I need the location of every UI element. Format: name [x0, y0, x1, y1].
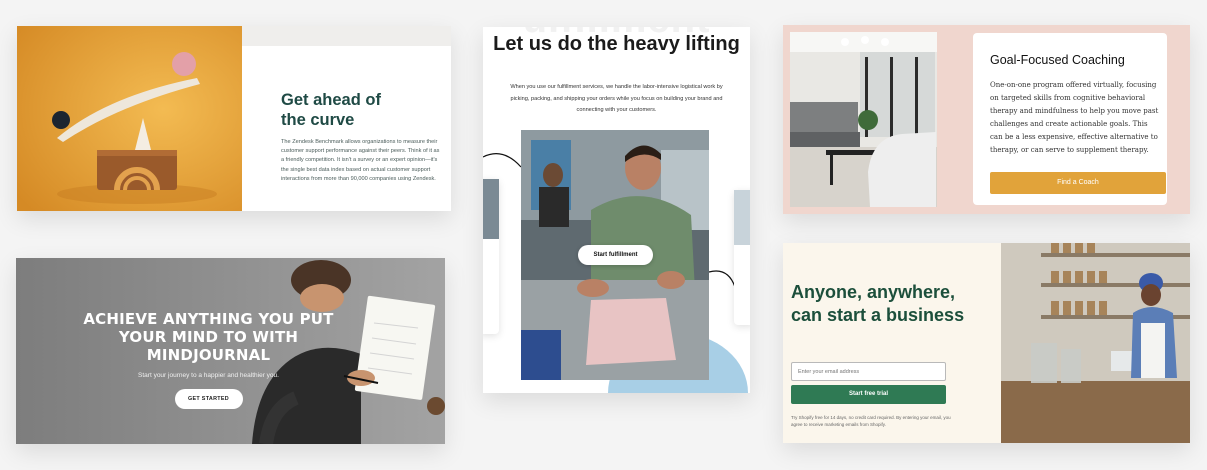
- top-strip: [242, 26, 451, 46]
- zendesk-text-block: Get ahead of the curve The Zendesk Bench…: [281, 90, 441, 184]
- zendesk-title: Get ahead of the curve: [281, 90, 441, 130]
- fulfillment-card: ulfillment Let us do the heavy lifting W…: [483, 27, 750, 393]
- mindjournal-hero-card: Achieve anything you put your mind to wi…: [16, 258, 445, 444]
- title-line-1: Get ahead of: [281, 91, 381, 109]
- find-a-coach-button[interactable]: Find a Coach: [990, 172, 1166, 194]
- get-started-button[interactable]: GET STARTED: [174, 389, 243, 409]
- preview-image: [483, 179, 499, 239]
- mindjournal-content: Achieve anything you put your mind to wi…: [66, 310, 351, 409]
- office-lounge-image: [790, 32, 937, 207]
- coaching-panel: Goal-Focused Coaching One-on-one program…: [973, 33, 1167, 205]
- start-business-card: Anyone, anywhere, can start a business S…: [783, 243, 1190, 443]
- start-free-trial-button[interactable]: Start free trial: [791, 385, 946, 404]
- left-preview-card: [483, 179, 499, 334]
- preview-image: [734, 190, 750, 245]
- zendesk-benchmark-card: Get ahead of the curve The Zendesk Bench…: [17, 26, 451, 211]
- coaching-title: Goal-Focused Coaching: [990, 53, 1125, 67]
- mindjournal-title: Achieve anything you put your mind to wi…: [83, 310, 334, 364]
- coaching-body: One-on-one program offered virtually, fo…: [990, 81, 1159, 154]
- coaching-card: Goal-Focused Coaching One-on-one program…: [783, 25, 1190, 214]
- legal-text: Try Shopify free for 14 days, no credit …: [791, 415, 951, 427]
- right-preview-card: [734, 190, 750, 325]
- title-line-2: the curve: [281, 111, 355, 129]
- mindjournal-subtitle: Start your journey to a happier and heal…: [138, 372, 279, 379]
- inspiration-gallery: Get ahead of the curve The Zendesk Bench…: [0, 0, 1207, 470]
- business-title: Anyone, anywhere, can start a business: [791, 282, 965, 325]
- balance-sculpture-image: [17, 26, 242, 211]
- zendesk-body: The Zendesk Benchmark allows organizatio…: [281, 139, 440, 182]
- kitchen-entrepreneur-image: [1001, 243, 1190, 443]
- email-input[interactable]: [791, 362, 946, 381]
- start-fulfillment-button[interactable]: Start fulfillment: [578, 245, 653, 265]
